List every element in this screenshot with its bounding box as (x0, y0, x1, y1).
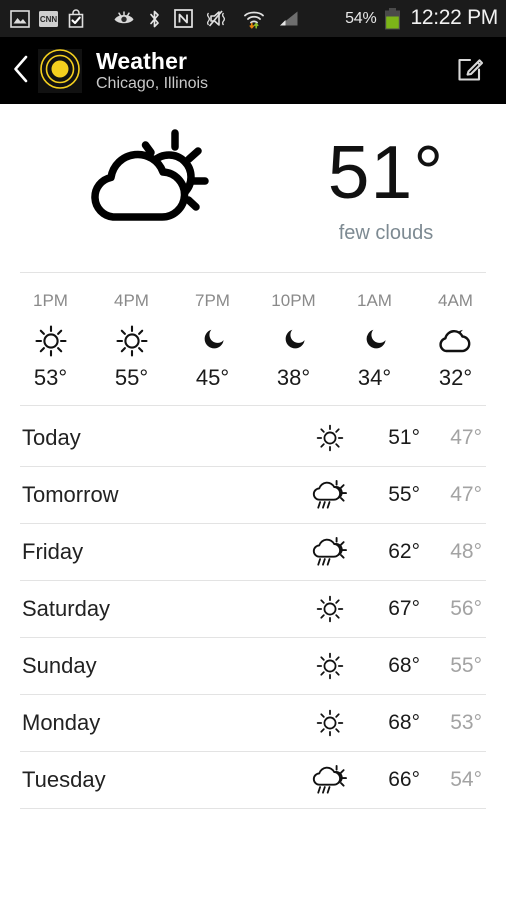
sun-shower-icon (300, 536, 360, 568)
hourly-time: 4PM (114, 291, 149, 310)
location-subtitle: Chicago, Illinois (96, 75, 209, 92)
daily-high-temp: 66° (388, 768, 420, 791)
current-description: few clouds (338, 221, 434, 244)
daily-day-label: Friday (22, 539, 84, 564)
cellular-signal-icon (278, 10, 299, 27)
daily-high-temp: 62° (388, 540, 420, 563)
daily-divider-last (20, 808, 486, 809)
hourly-temp: 53° (33, 365, 68, 390)
daily-low-temp: 47° (450, 483, 482, 506)
daily-high-temp: 51° (388, 426, 420, 449)
daily-day-label: Sunday (22, 653, 97, 678)
current-temp-block: 51° few clouds (290, 132, 482, 245)
daily-high-temp: 68° (388, 654, 420, 677)
weather-radar-sun-icon (39, 48, 81, 95)
hourly-temp: 45° (195, 365, 230, 390)
daily-row[interactable]: Today 51° 47° (0, 410, 506, 466)
hourly-item[interactable]: 1PM 53° (10, 291, 91, 391)
sun-shower-icon (300, 764, 360, 796)
hourly-temp: 32° (438, 365, 473, 390)
wifi-transfer-icon (243, 9, 265, 29)
shopping-bag-check-icon (67, 9, 85, 28)
daily-row[interactable]: Tuesday 66° 54° (0, 752, 506, 808)
hourly-time: 1PM (33, 291, 68, 310)
hourly-item[interactable]: 4PM 55° (91, 291, 172, 391)
sound-mute-vibrate-icon (206, 9, 230, 28)
cloudy-night-icon (437, 324, 475, 358)
daily-low-temp: 56° (450, 597, 482, 620)
hourly-temp: 55° (114, 365, 149, 390)
daily-low-temp: 54° (450, 768, 482, 791)
svg-text:CNN: CNN (40, 15, 58, 24)
back-chevron-icon (12, 54, 30, 89)
status-bar-clock: 12:22 PM (410, 6, 499, 29)
hourly-forecast: 1PM 53° 4PM 55° 7PM 45° 10PM 38° 1AM 34°… (0, 273, 506, 405)
hourly-time: 4AM (438, 291, 473, 310)
edit-compose-icon (453, 52, 487, 91)
bluetooth-icon (148, 9, 161, 29)
page-title: Weather (96, 48, 188, 74)
action-bar-titles: Weather Chicago, Illinois (96, 48, 208, 94)
moon-icon (198, 324, 228, 358)
status-bar: CNN 54% 12:22 PM (0, 0, 506, 38)
daily-high-temp: 68° (388, 711, 420, 734)
status-bar-notification-icons: CNN (10, 9, 85, 28)
battery-percent-label: 54% (345, 9, 377, 27)
action-bar: Weather Chicago, Illinois (0, 38, 506, 104)
edit-locations-button[interactable] (448, 49, 492, 93)
status-bar-system-icons (113, 9, 299, 29)
weather-app-screen: CNN 54% 12:22 PM Weather Chicago, Illino… (0, 0, 506, 900)
daily-low-temp: 53° (450, 711, 482, 734)
daily-day-label: Tuesday (22, 767, 106, 792)
sun-icon (300, 708, 360, 738)
daily-day-label: Tomorrow (22, 482, 119, 507)
status-bar-battery-clock: 54% 12:22 PM (345, 6, 498, 31)
sun-shower-icon (300, 479, 360, 511)
daily-day-label: Saturday (22, 596, 111, 621)
sun-icon (300, 651, 360, 681)
current-temperature: 51° (327, 129, 445, 214)
nfc-icon (174, 9, 193, 28)
daily-row[interactable]: Tomorrow 55° 47° (0, 467, 506, 523)
hourly-time: 1AM (357, 291, 392, 310)
sun-icon (34, 324, 68, 358)
moon-icon (279, 324, 309, 358)
current-weather-icon-wrapper (0, 125, 290, 252)
daily-forecast-list: Today 51° 47° Tomorrow 55° 47° Friday 62… (0, 406, 506, 809)
image-icon (10, 9, 30, 28)
daily-row[interactable]: Friday 62° 48° (0, 524, 506, 580)
current-conditions: 51° few clouds (0, 104, 506, 272)
daily-row[interactable]: Monday 68° 53° (0, 695, 506, 751)
back-button[interactable] (6, 38, 36, 104)
app-icon-button[interactable] (38, 48, 82, 95)
daily-high-temp: 67° (388, 597, 420, 620)
daily-low-temp: 55° (450, 654, 482, 677)
hourly-time: 10PM (271, 291, 316, 310)
hourly-item[interactable]: 1AM 34° (334, 291, 415, 391)
daily-day-label: Today (22, 425, 81, 450)
hourly-temp: 34° (357, 365, 392, 390)
hourly-item[interactable]: 4AM 32° (415, 291, 496, 391)
battery-icon (384, 7, 401, 30)
hourly-temp: 38° (276, 365, 311, 390)
daily-high-temp: 55° (388, 483, 420, 506)
sun-icon (115, 324, 149, 358)
daily-row[interactable]: Saturday 67° 56° (0, 581, 506, 637)
daily-row[interactable]: Sunday 68° 55° (0, 638, 506, 694)
hourly-item[interactable]: 7PM 45° (172, 291, 253, 391)
smart-stay-eye-icon (113, 11, 135, 26)
sun-icon (300, 594, 360, 624)
hourly-time: 7PM (195, 291, 230, 310)
partly-cloudy-day-icon (81, 125, 209, 234)
daily-low-temp: 47° (450, 426, 482, 449)
daily-day-label: Monday (22, 710, 101, 735)
moon-icon (360, 324, 390, 358)
hourly-item[interactable]: 10PM 38° (253, 291, 334, 391)
daily-low-temp: 48° (450, 540, 482, 563)
sun-icon (300, 423, 360, 453)
cnn-icon: CNN (39, 10, 58, 27)
